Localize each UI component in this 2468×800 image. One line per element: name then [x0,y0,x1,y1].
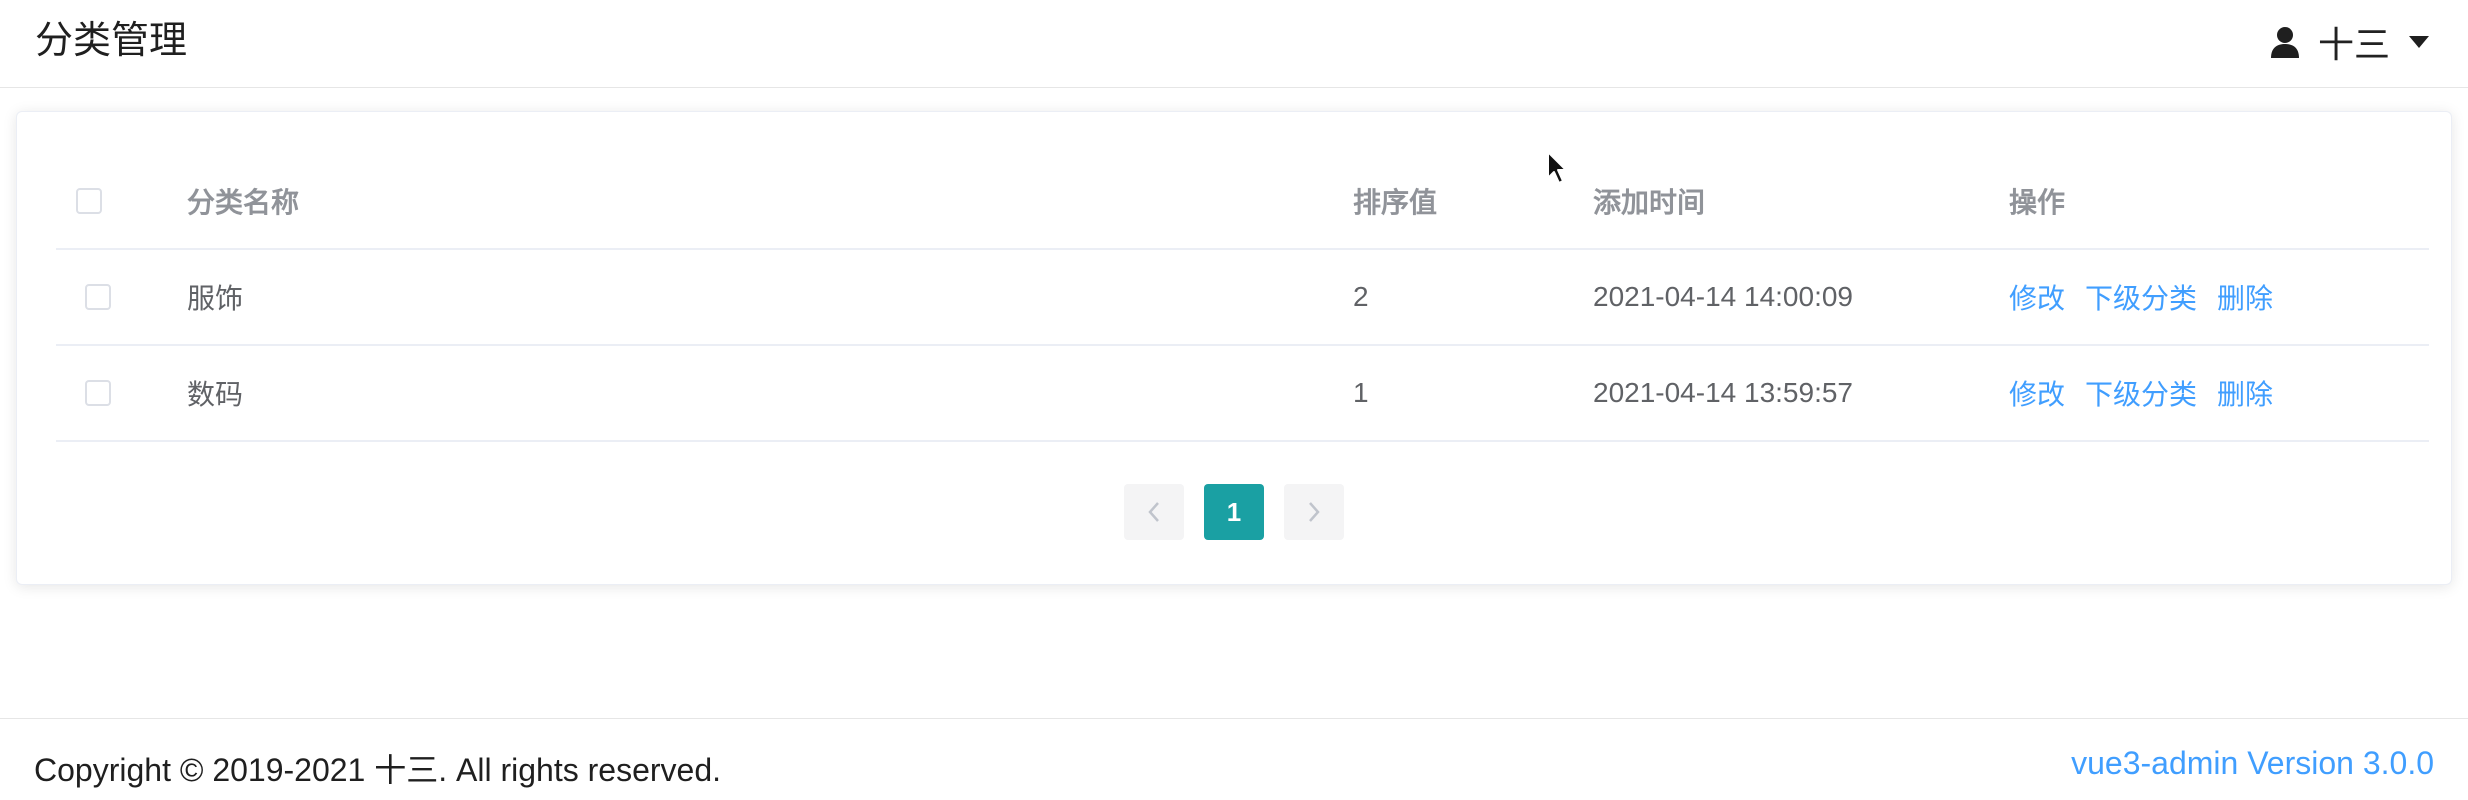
next-page-button[interactable] [1284,484,1344,540]
row-checkbox-cell[interactable] [85,346,111,440]
sub-category-link[interactable]: 下级分类 [2085,373,2197,413]
edit-link[interactable]: 修改 [2009,373,2065,413]
caret-down-icon[interactable] [2408,35,2430,49]
table-body: 服饰 2 2021-04-14 14:00:09 修改 下级分类 删除 数码 1… [56,250,2429,442]
column-header-ops: 操作 [2009,187,2066,218]
edit-link[interactable]: 修改 [2009,277,2065,317]
table-row: 服饰 2 2021-04-14 14:00:09 修改 下级分类 删除 [56,250,2429,346]
row-checkbox[interactable] [85,284,111,310]
copyright-text: Copyright © 2019-2021 十三. All rights res… [34,752,722,788]
category-card: 分类名称 排序值 添加时间 操作 服饰 2 2021-04-14 14:00:0… [16,111,2452,585]
user-icon [2270,26,2300,58]
delete-link[interactable]: 删除 [2217,277,2273,317]
top-header: 分类管理 十三 [0,0,2468,88]
select-all-checkbox-cell[interactable] [76,154,102,248]
row-sort: 1 [1353,377,1369,408]
row-checkbox[interactable] [85,380,111,406]
row-time: 2021-04-14 13:59:57 [1593,377,1853,408]
row-checkbox-cell[interactable] [85,250,111,344]
column-header-sort: 排序值 [1353,187,1438,218]
category-table: 分类名称 排序值 添加时间 操作 服饰 2 2021-04-14 14:00:0… [56,154,2429,442]
chevron-left-icon [1148,502,1159,522]
version-link[interactable]: vue3-admin Version 3.0.0 [2071,745,2434,782]
pagination: 1 [1124,484,1344,540]
row-actions: 修改 下级分类 删除 [2009,346,2273,440]
table-header-row: 分类名称 排序值 添加时间 操作 [56,154,2429,250]
row-sort: 2 [1353,281,1369,312]
prev-page-button[interactable] [1124,484,1184,540]
column-header-time: 添加时间 [1593,187,1706,218]
sub-category-link[interactable]: 下级分类 [2085,277,2197,317]
mouse-cursor-icon [1546,150,1570,191]
page-button-current[interactable]: 1 [1204,484,1264,540]
select-all-checkbox[interactable] [76,188,102,214]
row-time: 2021-04-14 14:00:09 [1593,281,1853,312]
row-actions: 修改 下级分类 删除 [2009,250,2273,344]
user-menu[interactable]: 十三 [2270,18,2430,66]
column-header-name: 分类名称 [187,187,300,218]
footer: Copyright © 2019-2021 十三. All rights res… [0,718,2468,800]
user-name[interactable]: 十三 [2318,16,2390,68]
row-name: 服饰 [187,283,244,314]
chevron-right-icon [1309,502,1320,522]
table-row: 数码 1 2021-04-14 13:59:57 修改 下级分类 删除 [56,346,2429,442]
page-title: 分类管理 [35,20,188,62]
row-name: 数码 [187,379,244,410]
delete-link[interactable]: 删除 [2217,373,2273,413]
